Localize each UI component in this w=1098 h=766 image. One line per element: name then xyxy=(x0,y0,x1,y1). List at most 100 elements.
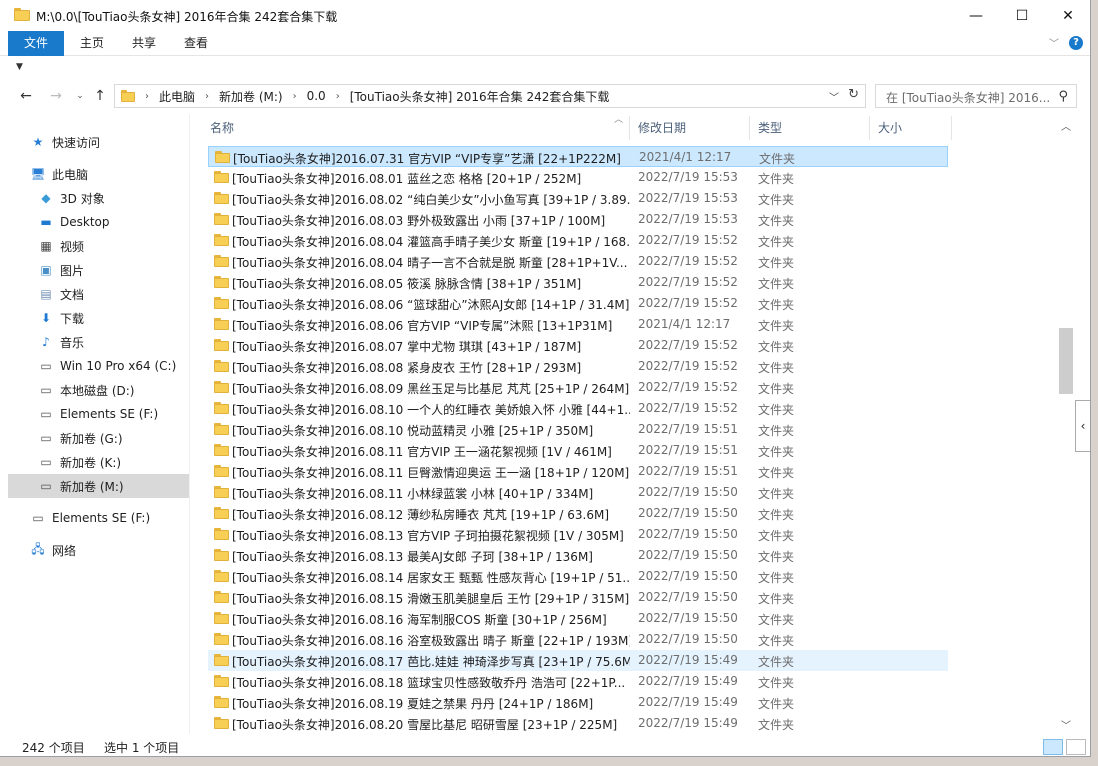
file-date: 2022/7/19 15:49 xyxy=(638,716,738,730)
file-row[interactable]: [TouTiao头条女神]2016.08.06 官方VIP “VIP专属”沐熙 … xyxy=(208,314,948,335)
nav-item-this-pc[interactable]: 🖥 此电脑 xyxy=(30,162,88,186)
file-row[interactable]: [TouTiao头条女神]2016.08.07 掌中尤物 琪琪 [43+1P /… xyxy=(208,335,948,356)
folder-icon xyxy=(214,633,229,645)
up-button[interactable]: ↑ xyxy=(90,87,110,105)
file-row[interactable]: [TouTiao头条女神]2016.08.11 巨臀激情迎奥运 王一涵 [18+… xyxy=(208,461,948,482)
file-date: 2022/7/19 15:50 xyxy=(638,485,738,499)
column-header-date[interactable]: 修改日期 xyxy=(630,116,750,140)
file-row[interactable]: [TouTiao头条女神]2016.08.01 蓝丝之恋 格格 [20+1P /… xyxy=(208,167,948,188)
nav-label: 音乐 xyxy=(60,335,85,350)
column-header-size[interactable]: 大小 xyxy=(870,116,952,140)
column-header-type[interactable]: 类型 xyxy=(750,116,870,140)
file-date: 2022/7/19 15:49 xyxy=(638,695,738,709)
refresh-icon[interactable]: ↻ xyxy=(848,87,859,102)
nav-item-drive-f[interactable]: ▭ Elements SE (F:) xyxy=(38,402,158,426)
file-row[interactable]: [TouTiao头条女神]2016.08.05 筱溪 脉脉含情 [38+1P /… xyxy=(208,272,948,293)
expand-ribbon-icon[interactable]: ﹀ xyxy=(1049,35,1059,50)
nav-item-network[interactable]: 🖧 网络 xyxy=(30,538,76,562)
column-header-name[interactable]: 名称 xyxy=(202,116,630,140)
folder-icon xyxy=(214,402,229,414)
file-row[interactable]: [TouTiao头条女神]2016.07.31 官方VIP “VIP专享”艺潇 … xyxy=(208,146,948,167)
file-row[interactable]: [TouTiao头条女神]2016.08.13 最美AJ女郎 子珂 [38+1P… xyxy=(208,545,948,566)
vertical-scrollbar[interactable]: ︿ ﹀ xyxy=(1057,114,1075,734)
file-row[interactable]: [TouTiao头条女神]2016.08.03 野外极致露出 小雨 [37+1P… xyxy=(208,209,948,230)
breadcrumb-this-pc[interactable]: 此电脑 xyxy=(159,88,195,105)
nav-item-music[interactable]: ♪ 音乐 xyxy=(38,330,84,354)
minimize-button[interactable]: — xyxy=(953,0,999,31)
nav-item-drive-g[interactable]: ▭ 新加卷 (G:) xyxy=(38,426,122,450)
nav-label: 视频 xyxy=(60,239,85,254)
tab-view[interactable]: 查看 xyxy=(174,31,218,56)
file-row[interactable]: [TouTiao头条女神]2016.08.20 雪屋比基尼 昭研雪屋 [23+1… xyxy=(208,713,948,734)
file-row[interactable]: [TouTiao头条女神]2016.08.15 滑嫩玉肌美腿皇后 王竹 [29+… xyxy=(208,587,948,608)
breadcrumb-drive-m[interactable]: 新加卷 (M:) xyxy=(219,88,283,105)
scroll-down-icon[interactable]: ﹀ xyxy=(1061,717,1071,732)
maximize-button[interactable]: ☐ xyxy=(999,0,1045,31)
tab-home[interactable]: 主页 xyxy=(70,31,114,56)
file-row[interactable]: [TouTiao头条女神]2016.08.12 薄纱私房睡衣 芃芃 [19+1P… xyxy=(208,503,948,524)
file-row[interactable]: [TouTiao头条女神]2016.08.06 “篮球甜心”沐熙AJ女郎 [14… xyxy=(208,293,948,314)
nav-item-pictures[interactable]: ▣ 图片 xyxy=(38,258,84,282)
scroll-up-icon[interactable]: ︿ xyxy=(1061,118,1071,133)
chevron-right-icon[interactable]: › xyxy=(205,91,209,102)
nav-item-quick-access[interactable]: ★ 快速访问 xyxy=(30,130,100,154)
nav-item-elements-se[interactable]: ▭ Elements SE (F:) xyxy=(30,506,150,530)
file-row[interactable]: [TouTiao头条女神]2016.08.13 官方VIP 子珂拍摄花絮视频 [… xyxy=(208,524,948,545)
tab-file[interactable]: 文件 xyxy=(8,31,64,56)
nav-label: Win 10 Pro x64 (C:) xyxy=(60,359,177,373)
chevron-right-icon[interactable]: › xyxy=(336,91,340,102)
nav-item-drive-m[interactable]: ▭ 新加卷 (M:) xyxy=(8,474,189,498)
file-row[interactable]: [TouTiao头条女神]2016.08.09 黑丝玉足与比基尼 芃芃 [25+… xyxy=(208,377,948,398)
search-icon[interactable]: ⚲ xyxy=(1058,89,1068,104)
close-button[interactable]: ✕ xyxy=(1045,0,1090,31)
tab-share[interactable]: 共享 xyxy=(122,31,166,56)
nav-item-videos[interactable]: ▦ 视频 xyxy=(38,234,84,258)
file-name: [TouTiao头条女神]2016.08.13 官方VIP 子珂拍摄花絮视频 [… xyxy=(232,529,624,543)
nav-item-drive-d[interactable]: ▭ 本地磁盘 (D:) xyxy=(38,378,134,402)
nav-item-downloads[interactable]: ⬇ 下载 xyxy=(38,306,84,330)
file-row[interactable]: [TouTiao头条女神]2016.08.16 海军制服COS 斯童 [30+1… xyxy=(208,608,948,629)
file-row[interactable]: [TouTiao头条女神]2016.08.14 居家女王 甄甄 性感灰背心 [1… xyxy=(208,566,948,587)
breadcrumb-folder-0-0[interactable]: 0.0 xyxy=(307,89,326,103)
cube-icon: ◆ xyxy=(41,191,51,205)
drive-icon: ▭ xyxy=(40,455,52,469)
recent-locations-icon[interactable]: ⌄ xyxy=(70,87,90,105)
file-row[interactable]: [TouTiao头条女神]2016.08.11 小林绿蓝裳 小林 [40+1P … xyxy=(208,482,948,503)
file-row[interactable]: [TouTiao头条女神]2016.08.04 晴子一言不合就是脱 斯童 [28… xyxy=(208,251,948,272)
details-view-button[interactable] xyxy=(1043,739,1063,755)
chevron-right-icon[interactable]: › xyxy=(145,91,149,102)
search-input[interactable]: 在 [TouTiao头条女神] 2016... ⚲ xyxy=(875,84,1077,108)
file-row[interactable]: [TouTiao头条女神]2016.08.19 夏娃之禁果 丹丹 [24+1P … xyxy=(208,692,948,713)
customize-toolbar-icon[interactable]: ▼ xyxy=(16,62,23,72)
star-icon: ★ xyxy=(32,135,44,149)
file-row[interactable]: [TouTiao头条女神]2016.08.08 紧身皮衣 王竹 [28+1P /… xyxy=(208,356,948,377)
nav-item-drive-k[interactable]: ▭ 新加卷 (K:) xyxy=(38,450,121,474)
address-bar[interactable]: › 此电脑 › 新加卷 (M:) › 0.0 › [TouTiao头条女神] 2… xyxy=(114,84,866,108)
scrollbar-thumb[interactable] xyxy=(1059,328,1073,394)
large-icons-view-button[interactable] xyxy=(1066,739,1086,755)
chevron-right-icon[interactable]: › xyxy=(293,91,297,102)
nav-item-desktop[interactable]: ▬ Desktop xyxy=(38,210,109,234)
file-type: 文件夹 xyxy=(758,466,795,480)
nav-item-drive-c[interactable]: ▭ Win 10 Pro x64 (C:) xyxy=(38,354,176,378)
forward-button[interactable]: → xyxy=(46,87,66,105)
preview-pane-toggle[interactable]: ‹ xyxy=(1075,400,1090,452)
file-row[interactable]: [TouTiao头条女神]2016.08.11 官方VIP 王一涵花絮视频 [1… xyxy=(208,440,948,461)
breadcrumb-current-folder[interactable]: [TouTiao头条女神] 2016年合集 242套合集下载 xyxy=(350,88,610,105)
folder-icon xyxy=(214,234,229,246)
folder-icon xyxy=(214,276,229,288)
folder-icon xyxy=(214,591,229,603)
file-row[interactable]: [TouTiao头条女神]2016.08.04 灌篮高手晴子美少女 斯童 [19… xyxy=(208,230,948,251)
file-row[interactable]: [TouTiao头条女神]2016.08.17 芭比.娃娃 神琦泽步写真 [23… xyxy=(208,650,948,671)
nav-item-3d-objects[interactable]: ◆ 3D 对象 xyxy=(38,186,104,210)
back-button[interactable]: ← xyxy=(16,87,36,105)
file-row[interactable]: [TouTiao头条女神]2016.08.10 悦动蓝精灵 小雅 [25+1P … xyxy=(208,419,948,440)
help-icon[interactable]: ? xyxy=(1069,35,1083,50)
nav-item-documents[interactable]: ▤ 文档 xyxy=(38,282,84,306)
file-row[interactable]: [TouTiao头条女神]2016.08.10 一个人的红睡衣 美娇娘入怀 小雅… xyxy=(208,398,948,419)
chevron-down-icon[interactable]: ﹀ xyxy=(829,89,839,104)
file-row[interactable]: [TouTiao头条女神]2016.08.16 浴室极致露出 晴子 斯童 [22… xyxy=(208,629,948,650)
file-row[interactable]: [TouTiao头条女神]2016.08.02 “纯白美少女”小小鱼写真 [39… xyxy=(208,188,948,209)
folder-icon xyxy=(214,213,229,225)
file-row[interactable]: [TouTiao头条女神]2016.08.18 篮球宝贝性感致敬乔丹 浩浩可 [… xyxy=(208,671,948,692)
